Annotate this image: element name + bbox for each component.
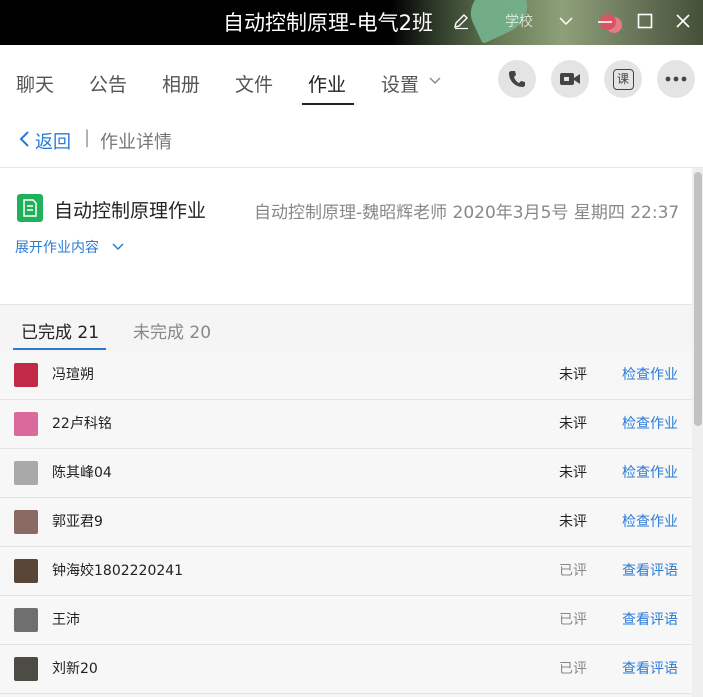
- student-name: 刘新20: [52, 661, 98, 677]
- course-button[interactable]: 课: [604, 60, 642, 98]
- tab-files[interactable]: 文件: [235, 70, 273, 97]
- student-name: 钟海姣1802220241: [52, 563, 184, 579]
- faded-label: 学校: [505, 14, 533, 30]
- homework-meta: 自动控制原理-魏昭辉老师 2020年3月5号 星期四 22:37: [254, 203, 680, 223]
- check-homework-link[interactable]: 检查作业: [622, 364, 678, 384]
- scrollbar[interactable]: [692, 168, 703, 697]
- grade-status: 未评: [559, 367, 587, 383]
- tab-completed[interactable]: 已完成 21: [21, 318, 99, 343]
- avatar: [14, 657, 38, 681]
- student-name: 陈其峰04: [52, 465, 112, 481]
- check-homework-link[interactable]: 检查作业: [622, 462, 678, 482]
- title-bar-background-photo: [390, 0, 703, 45]
- table-row: 钟海姣1802220241 已评 查看评语: [0, 547, 692, 596]
- active-tab-indicator: [302, 103, 354, 105]
- view-comment-link[interactable]: 查看评语: [622, 658, 678, 678]
- chevron-down-icon[interactable]: [557, 12, 575, 30]
- active-status-indicator: [13, 348, 106, 350]
- course-icon: 课: [612, 68, 634, 90]
- grade-status: 未评: [559, 465, 587, 481]
- voice-call-button[interactable]: [498, 60, 536, 98]
- breadcrumb-current: 作业详情: [100, 132, 172, 153]
- status-tabs: 已完成 21 未完成 20: [0, 305, 692, 352]
- grade-status: 已评: [559, 612, 587, 628]
- more-dots-icon: [665, 76, 687, 82]
- homework-card: 自动控制原理作业 自动控制原理-魏昭辉老师 2020年3月5号 星期四 22:3…: [0, 168, 692, 305]
- grade-status: 未评: [559, 514, 587, 530]
- video-camera-icon: [560, 73, 580, 85]
- check-homework-link[interactable]: 检查作业: [622, 511, 678, 531]
- title-bar: 自动控制原理-电气2班 学校: [0, 0, 703, 45]
- close-icon[interactable]: [674, 12, 692, 30]
- document-icon: [17, 194, 43, 222]
- avatar: [14, 510, 38, 534]
- expand-content-link[interactable]: 展开作业内容: [15, 237, 99, 257]
- tab-chat[interactable]: 聊天: [16, 70, 54, 97]
- video-call-button[interactable]: [551, 60, 589, 98]
- student-name: 22卢科铭: [52, 416, 112, 432]
- tab-settings[interactable]: 设置: [381, 70, 419, 97]
- chevron-down-icon[interactable]: [111, 241, 125, 253]
- window-title: 自动控制原理-电气2班: [223, 11, 433, 35]
- avatar: [14, 608, 38, 632]
- chevron-left-icon[interactable]: [17, 129, 31, 149]
- student-name: 冯瑄朔: [52, 367, 94, 383]
- table-row: 22卢科铭 未评 检查作业: [0, 400, 692, 449]
- scrollbar-thumb[interactable]: [694, 172, 702, 426]
- grade-status: 已评: [559, 563, 587, 579]
- table-row: 王沛 已评 查看评语: [0, 596, 692, 645]
- tab-homework[interactable]: 作业: [308, 70, 346, 97]
- table-row: 冯瑄朔 未评 检查作业: [0, 351, 692, 400]
- tab-announcements[interactable]: 公告: [89, 70, 127, 97]
- homework-title: 自动控制原理作业: [54, 200, 207, 222]
- student-name: 郭亚君9: [52, 514, 103, 530]
- minimize-icon[interactable]: [596, 12, 614, 30]
- grade-status: 已评: [559, 661, 587, 677]
- avatar: [14, 559, 38, 583]
- edit-icon[interactable]: [452, 12, 470, 30]
- avatar: [14, 461, 38, 485]
- maximize-icon[interactable]: [636, 12, 654, 30]
- table-row: 郭亚君9 未评 检查作业: [0, 498, 692, 547]
- more-button[interactable]: [657, 60, 695, 98]
- table-row: 刘新20 已评 查看评语: [0, 645, 692, 694]
- tab-incomplete[interactable]: 未完成 20: [133, 318, 211, 343]
- check-homework-link[interactable]: 检查作业: [622, 413, 678, 433]
- homework-detail: 自动控制原理作业 自动控制原理-魏昭辉老师 2020年3月5号 星期四 22:3…: [0, 168, 692, 697]
- back-link[interactable]: 返回: [35, 128, 71, 154]
- chevron-down-icon[interactable]: [428, 74, 442, 88]
- view-comment-link[interactable]: 查看评语: [622, 609, 678, 629]
- tab-album[interactable]: 相册: [162, 70, 200, 97]
- avatar: [14, 412, 38, 436]
- sub-header: 返回 | 作业详情: [0, 115, 703, 168]
- grade-status: 未评: [559, 416, 587, 432]
- view-comment-link[interactable]: 查看评语: [622, 560, 678, 580]
- avatar: [14, 363, 38, 387]
- phone-icon: [509, 71, 525, 87]
- breadcrumb-separator: |: [84, 127, 91, 148]
- main-tabs: 聊天 公告 相册 文件 作业 设置 课: [0, 45, 703, 115]
- student-name: 王沛: [52, 612, 80, 628]
- table-row: 陈其峰04 未评 检查作业: [0, 449, 692, 498]
